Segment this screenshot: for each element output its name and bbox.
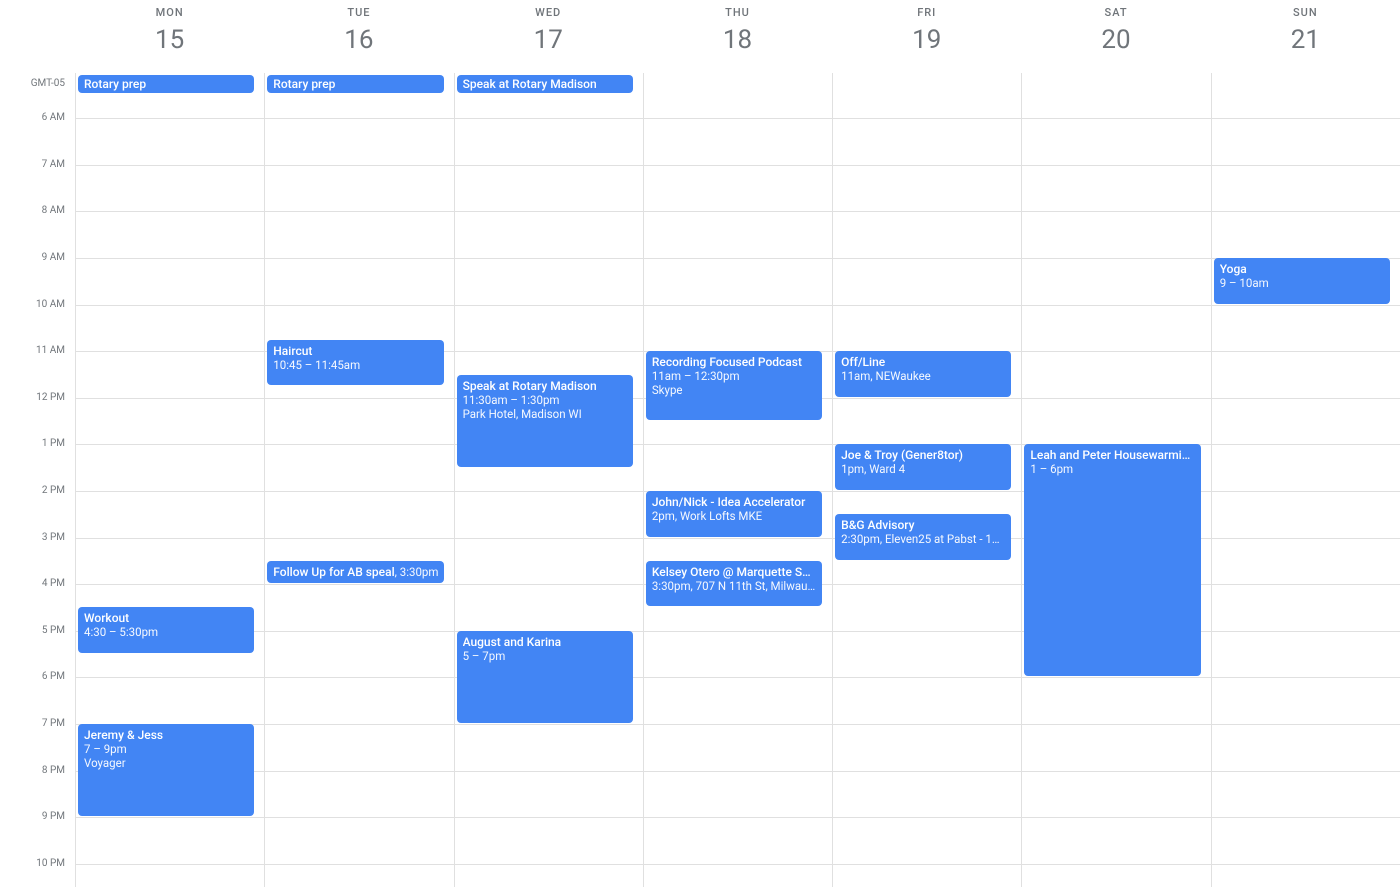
event-location: Voyager (84, 756, 248, 770)
event-time: 10:45 – 11:45am (273, 358, 437, 372)
day-headers: MON 15 TUE 16 WED 17 THU 18 FRI 19 SAT 2… (75, 0, 1400, 70)
hour-label: 9 AM (0, 252, 65, 263)
event-title: Joe & Troy (Gener8tor) (841, 448, 1005, 462)
hour-label: 8 PM (0, 765, 65, 776)
event-title: Jeremy & Jess (84, 728, 248, 742)
event-title: Workout (84, 611, 248, 625)
day-column-tue[interactable]: Haircut10:45 – 11:45am Follow Up for AB s… (264, 95, 453, 887)
hour-label: 4 PM (0, 578, 65, 589)
allday-cell-sat[interactable] (1021, 73, 1210, 95)
day-header-fri[interactable]: FRI 19 (832, 0, 1021, 70)
allday-event[interactable]: Rotary prep (267, 75, 443, 93)
event-time: , 3:30pm (395, 565, 439, 579)
event-time: 11:30am – 1:30pm (463, 393, 627, 407)
day-column-sun[interactable]: Yoga9 – 10am (1211, 95, 1400, 887)
calendar-event[interactable]: Haircut10:45 – 11:45am (267, 340, 443, 386)
calendar-event[interactable]: Leah and Peter Housewarming1 – 6pm (1024, 444, 1200, 676)
calendar-event[interactable]: Kelsey Otero @ Marquette Social3:30pm, 7… (646, 561, 822, 607)
calendar-event[interactable]: Jeremy & Jess7 – 9pmVoyager (78, 724, 254, 816)
allday-cell-fri[interactable] (832, 73, 1021, 95)
day-header-sun[interactable]: SUN 21 (1211, 0, 1400, 70)
event-title: Leah and Peter Housewarming (1030, 448, 1194, 462)
event-title: Recording Focused Podcast (652, 355, 816, 369)
allday-cell-mon[interactable]: Rotary prep (75, 73, 264, 95)
day-column-wed[interactable]: Speak at Rotary Madison11:30am – 1:30pmP… (454, 95, 643, 887)
event-time: 9 – 10am (1220, 276, 1384, 290)
calendar-event[interactable]: August and Karina5 – 7pm (457, 631, 633, 723)
day-header-wed[interactable]: WED 17 (454, 0, 643, 70)
hour-label: 2 PM (0, 485, 65, 496)
hour-label: 8 AM (0, 205, 65, 216)
hour-label: 11 AM (0, 345, 65, 356)
event-title: Follow Up for AB speal (273, 565, 394, 579)
calendar-event[interactable]: Workout4:30 – 5:30pm (78, 607, 254, 653)
allday-row: Rotary prep Rotary prep Speak at Rotary … (75, 73, 1400, 95)
event-title: Speak at Rotary Madison (463, 379, 627, 393)
day-header-thu[interactable]: THU 18 (643, 0, 832, 70)
event-location: Skype (652, 383, 816, 397)
event-time: 7 – 9pm (84, 742, 248, 756)
event-title: Kelsey Otero @ Marquette Social (652, 565, 816, 579)
hour-label: 10 PM (0, 858, 65, 869)
day-column-mon[interactable]: Workout4:30 – 5:30pm Jeremy & Jess7 – 9pm… (75, 95, 264, 887)
timezone-label: GMT-05 (0, 78, 65, 89)
allday-cell-thu[interactable] (643, 73, 832, 95)
allday-event[interactable]: Rotary prep (78, 75, 254, 93)
event-title: Haircut (273, 344, 437, 358)
day-column-fri[interactable]: Off/Line11am, NEWaukee Joe & Troy (Gener8… (832, 95, 1021, 887)
hour-label: 5 PM (0, 625, 65, 636)
event-time: 11am, NEWaukee (841, 369, 1005, 383)
hour-label: 6 PM (0, 671, 65, 682)
event-time: 1pm, Ward 4 (841, 462, 1005, 476)
event-time: 1 – 6pm (1030, 462, 1194, 476)
calendar-event[interactable]: Speak at Rotary Madison11:30am – 1:30pmP… (457, 375, 633, 467)
event-time: 2:30pm, Eleven25 at Pabst - 1125 (841, 532, 1005, 546)
event-time: 11am – 12:30pm (652, 369, 816, 383)
allday-cell-tue[interactable]: Rotary prep (264, 73, 453, 95)
hour-label: 12 PM (0, 392, 65, 403)
hour-label: 7 PM (0, 718, 65, 729)
hour-label: 10 AM (0, 299, 65, 310)
allday-cell-wed[interactable]: Speak at Rotary Madison (454, 73, 643, 95)
calendar-event[interactable]: John/Nick - Idea Accelerator2pm, Work Lo… (646, 491, 822, 537)
calendar-event[interactable]: Joe & Troy (Gener8tor)1pm, Ward 4 (835, 444, 1011, 490)
calendar-event[interactable]: Recording Focused Podcast11am – 12:30pmS… (646, 351, 822, 420)
grid-area: Workout4:30 – 5:30pm Jeremy & Jess7 – 9pm… (75, 95, 1400, 887)
event-time: 2pm, Work Lofts MKE (652, 509, 816, 523)
allday-event[interactable]: Speak at Rotary Madison (457, 75, 633, 93)
time-gutter: GMT-05 6 AM 7 AM 8 AM 9 AM 10 AM 11 AM 12 PM 1 … (0, 0, 75, 887)
event-location: Park Hotel, Madison WI (463, 407, 627, 421)
event-title: B&G Advisory (841, 518, 1005, 532)
day-column-thu[interactable]: Recording Focused Podcast11am – 12:30pmS… (643, 95, 832, 887)
allday-cell-sun[interactable] (1211, 73, 1400, 95)
calendar-event[interactable]: Off/Line11am, NEWaukee (835, 351, 1011, 397)
day-header-sat[interactable]: SAT 20 (1021, 0, 1210, 70)
event-title: August and Karina (463, 635, 627, 649)
day-header-mon[interactable]: MON 15 (75, 0, 264, 70)
calendar-event[interactable]: B&G Advisory2:30pm, Eleven25 at Pabst - … (835, 514, 1011, 560)
hour-label: 9 PM (0, 811, 65, 822)
hour-label: 7 AM (0, 159, 65, 170)
event-time: 3:30pm, 707 N 11th St, Milwaukee (652, 579, 816, 593)
calendar-week-view: GMT-05 6 AM 7 AM 8 AM 9 AM 10 AM 11 AM 12 PM 1 … (0, 0, 1400, 887)
calendar-event[interactable]: Follow Up for AB speal, 3:30pm (267, 561, 443, 583)
event-time: 4:30 – 5:30pm (84, 625, 248, 639)
event-title: John/Nick - Idea Accelerator (652, 495, 816, 509)
day-column-sat[interactable]: Leah and Peter Housewarming1 – 6pm (1021, 95, 1210, 887)
event-time: 5 – 7pm (463, 649, 627, 663)
hour-label: 3 PM (0, 532, 65, 543)
event-title: Yoga (1220, 262, 1384, 276)
day-header-tue[interactable]: TUE 16 (264, 0, 453, 70)
calendar-event[interactable]: Yoga9 – 10am (1214, 258, 1390, 304)
hour-label: 1 PM (0, 438, 65, 449)
hour-label: 6 AM (0, 112, 65, 123)
event-title: Off/Line (841, 355, 1005, 369)
